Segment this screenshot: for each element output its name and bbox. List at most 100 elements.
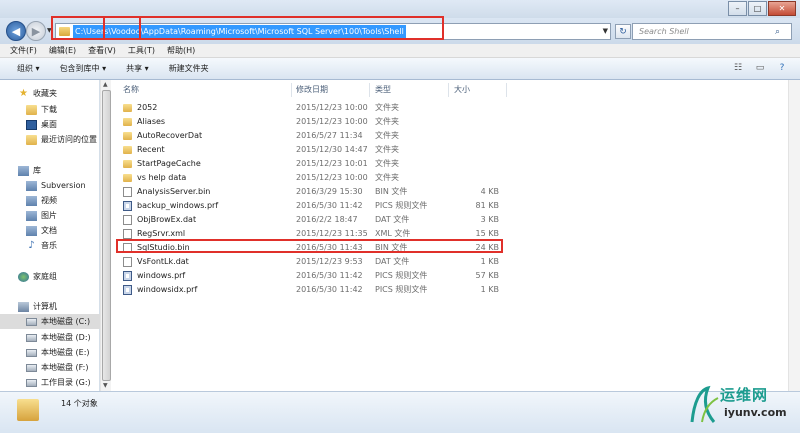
sidebar-scrollbar[interactable]: ▲ ▼ bbox=[100, 80, 111, 391]
sidebar-item-documents[interactable]: 文档 bbox=[26, 223, 57, 238]
scroll-up-icon[interactable]: ▲ bbox=[103, 81, 108, 88]
folder-icon bbox=[17, 399, 39, 421]
sidebar-item-music[interactable]: ♪ 音乐 bbox=[26, 238, 57, 253]
column-header-modified[interactable]: 修改日期 bbox=[296, 83, 328, 97]
window-controls: – □ ✕ bbox=[727, 1, 796, 16]
homegroup-icon bbox=[18, 271, 29, 282]
sidebar-item-drive-g[interactable]: 工作目录 (G:) bbox=[26, 375, 91, 390]
menu-help[interactable]: 帮助(H) bbox=[167, 44, 195, 57]
forward-button[interactable]: ▶ bbox=[26, 21, 46, 41]
search-icon[interactable]: ⌕ bbox=[775, 25, 788, 38]
sidebar-item-label: 图片 bbox=[41, 211, 57, 220]
sidebar-item-favorites[interactable]: ★ 收藏夹 bbox=[18, 86, 57, 101]
file-size: 1 KB bbox=[480, 285, 499, 294]
table-row[interactable]: windowsidx.prf 2016/5/30 11:42 PICS 规则文件 1 … bbox=[111, 283, 511, 297]
maximize-button[interactable]: □ bbox=[748, 1, 767, 16]
table-row[interactable]: windows.prf 2016/5/30 11:42 PICS 规则文件 57 KB bbox=[111, 269, 511, 283]
sidebar-item-label: 文档 bbox=[41, 226, 57, 235]
folder-icon bbox=[123, 132, 132, 140]
file-name-text: 2052 bbox=[137, 103, 158, 112]
table-row[interactable]: 2052 2015/12/23 10:00 文件夹 bbox=[111, 101, 511, 115]
table-row[interactable]: VsFontLk.dat 2015/12/23 9:53 DAT 文件 1 KB bbox=[111, 255, 511, 269]
sidebar-item-homegroup[interactable]: 家庭组 bbox=[18, 269, 57, 284]
file-size: 81 KB bbox=[475, 201, 499, 210]
sidebar-item-drive-d[interactable]: 本地磁盘 (D:) bbox=[26, 330, 91, 345]
refresh-button[interactable]: ↻ bbox=[615, 24, 631, 39]
column-divider[interactable] bbox=[506, 83, 507, 97]
file-type: 文件夹 bbox=[375, 103, 399, 112]
file-name-text: Recent bbox=[137, 145, 165, 154]
desktop-icon bbox=[26, 119, 37, 130]
search-input[interactable]: Search Shell ⌕ bbox=[632, 23, 792, 40]
menu-tools[interactable]: 工具(T) bbox=[128, 44, 155, 57]
menu-file[interactable]: 文件(F) bbox=[10, 44, 37, 57]
file-date: 2015/12/23 10:00 bbox=[296, 103, 368, 112]
menu-edit[interactable]: 编辑(E) bbox=[49, 44, 76, 57]
column-divider[interactable] bbox=[291, 83, 292, 97]
download-folder-icon bbox=[26, 104, 37, 115]
sidebar-item-subversion[interactable]: Subversion bbox=[26, 178, 86, 193]
sidebar-item-recent[interactable]: 最近访问的位置 bbox=[26, 132, 97, 147]
highlight-sqlstudio-row bbox=[116, 239, 503, 253]
table-row[interactable]: AnalysisServer.bin 2016/3/29 15:30 BIN 文件 4… bbox=[111, 185, 511, 199]
sidebar-item-videos[interactable]: 视频 bbox=[26, 193, 57, 208]
sidebar-item-downloads[interactable]: 下载 bbox=[26, 102, 57, 117]
highlight-username-box bbox=[103, 16, 141, 40]
sidebar-item-label: 工作目录 (G:) bbox=[41, 378, 91, 387]
table-row[interactable]: Aliases 2015/12/23 10:00 文件夹 bbox=[111, 115, 511, 129]
drive-icon bbox=[26, 378, 37, 387]
view-controls: ☷ ▭ ? bbox=[724, 61, 790, 76]
column-header-name[interactable]: 名称 bbox=[123, 83, 139, 97]
preview-pane-icon[interactable]: ▭ bbox=[752, 61, 768, 76]
folder-icon bbox=[123, 118, 132, 126]
file-name: vs help data bbox=[123, 171, 186, 185]
item-count: 14 个对象 bbox=[61, 399, 98, 408]
sidebar-item-computer[interactable]: 计算机 bbox=[18, 299, 57, 314]
file-type: DAT 文件 bbox=[375, 215, 410, 224]
document-icon bbox=[26, 225, 37, 236]
file-name-text: AnalysisServer.bin bbox=[137, 187, 211, 196]
file-name: 2052 bbox=[123, 101, 157, 115]
sidebar-item-desktop[interactable]: 桌面 bbox=[26, 117, 57, 132]
column-header-size[interactable]: 大小 bbox=[454, 83, 470, 97]
scroll-down-icon[interactable]: ▼ bbox=[103, 382, 108, 389]
watermark: 运维网 iyunv.com bbox=[688, 378, 798, 432]
sidebar-item-drive-e[interactable]: 本地磁盘 (E:) bbox=[26, 345, 90, 360]
column-divider[interactable] bbox=[448, 83, 449, 97]
close-button[interactable]: ✕ bbox=[768, 1, 796, 16]
help-icon[interactable]: ? bbox=[774, 61, 790, 76]
sidebar-item-pictures[interactable]: 图片 bbox=[26, 208, 57, 223]
table-row[interactable]: backup_windows.prf 2016/5/30 11:42 PICS 规则… bbox=[111, 199, 511, 213]
share-button[interactable]: 共享 ▾ bbox=[126, 63, 149, 74]
sidebar-item-libraries[interactable]: 库 bbox=[18, 163, 41, 178]
organize-button[interactable]: 组织 ▾ bbox=[17, 63, 40, 74]
new-folder-button[interactable]: 新建文件夹 bbox=[169, 63, 209, 74]
file-name-text: Aliases bbox=[137, 117, 166, 126]
sidebar-scroll-thumb[interactable] bbox=[102, 90, 111, 381]
view-options-icon[interactable]: ☷ bbox=[730, 61, 746, 76]
file-size: 57 KB bbox=[475, 271, 499, 280]
computer-icon bbox=[18, 301, 29, 312]
include-in-library-button[interactable]: 包含到库中 ▾ bbox=[60, 63, 107, 74]
content-scrollbar[interactable] bbox=[788, 80, 800, 391]
sidebar-item-label: 视频 bbox=[41, 196, 57, 205]
table-row[interactable]: AutoRecoverDat 2016/5/27 11:34 文件夹 bbox=[111, 129, 511, 143]
sidebar-item-drive-f[interactable]: 本地磁盘 (F:) bbox=[26, 360, 88, 375]
table-row[interactable]: vs help data 2015/12/23 10:00 文件夹 bbox=[111, 171, 511, 185]
file-name: VsFontLk.dat bbox=[123, 255, 189, 269]
menu-view[interactable]: 查看(V) bbox=[88, 44, 116, 57]
column-divider[interactable] bbox=[369, 83, 370, 97]
file-name-text: windows.prf bbox=[137, 271, 186, 280]
chevron-down-icon[interactable]: ▼ bbox=[603, 27, 608, 35]
sidebar-item-drive-c[interactable]: 本地磁盘 (C:) bbox=[0, 314, 100, 329]
table-row[interactable]: StartPageCache 2015/12/23 10:01 文件夹 bbox=[111, 157, 511, 171]
library-icon bbox=[18, 165, 29, 176]
back-button[interactable]: ◀ bbox=[6, 21, 26, 41]
table-row[interactable]: ObjBrowEx.dat 2016/2/2 18:47 DAT 文件 3 KB bbox=[111, 213, 511, 227]
minimize-button[interactable]: – bbox=[728, 1, 747, 16]
table-row[interactable]: Recent 2015/12/30 14:47 文件夹 bbox=[111, 143, 511, 157]
xml-file-icon bbox=[123, 229, 132, 239]
file-name-text: vs help data bbox=[137, 173, 187, 182]
sidebar-item-label: Subversion bbox=[41, 181, 86, 190]
column-header-type[interactable]: 类型 bbox=[375, 83, 391, 97]
